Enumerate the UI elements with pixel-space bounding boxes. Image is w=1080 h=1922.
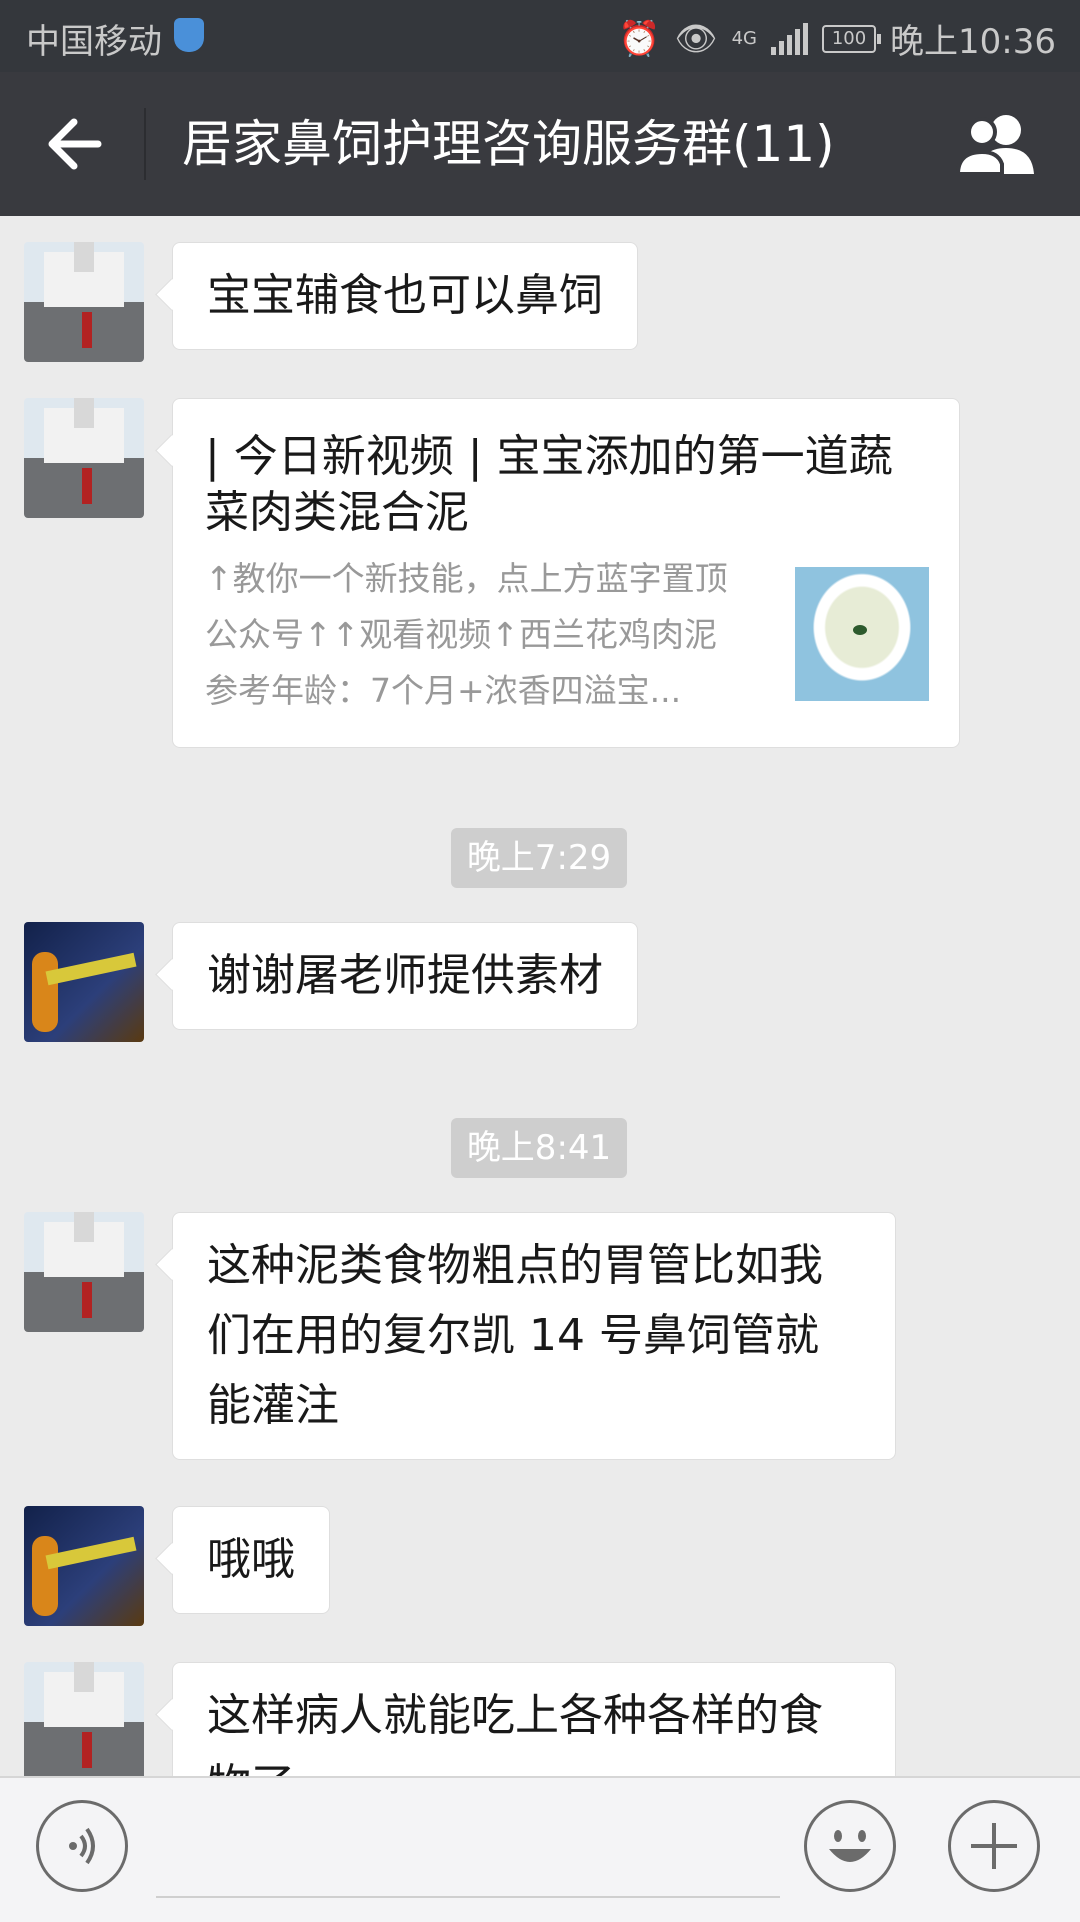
avatar-flame xyxy=(32,952,58,1032)
group-members-icon[interactable] xyxy=(954,112,1040,176)
plus-glyph xyxy=(971,1823,1017,1869)
avatar-tower xyxy=(74,1212,94,1242)
chat-header: 居家鼻饲护理咨询服务群(11) xyxy=(0,72,1080,216)
avatar-bird xyxy=(45,952,137,986)
avatar[interactable] xyxy=(24,1212,144,1332)
link-description: ↑教你一个新技能，点上方蓝字置顶公众号↑↑观看视频↑西兰花鸡肉泥参考年龄：7个月… xyxy=(205,559,728,710)
avatar-flame xyxy=(32,1536,58,1616)
avatar-person xyxy=(82,1732,92,1768)
avatar-tower xyxy=(74,242,94,272)
input-bar xyxy=(0,1776,1080,1922)
avatar-person xyxy=(82,1282,92,1318)
avatar[interactable] xyxy=(24,1506,144,1626)
timestamp: 晚上8:41 xyxy=(451,1118,627,1178)
message-bubble[interactable]: 这样病人就能吃上各种各样的食物了 xyxy=(172,1662,896,1776)
message-bubble[interactable]: 宝宝辅食也可以鼻饲 xyxy=(172,242,638,350)
carrier-label: 中国移动 xyxy=(26,22,162,62)
message-bubble[interactable]: 哦哦 xyxy=(172,1506,330,1614)
message-bubble[interactable]: 这种泥类食物粗点的胃管比如我们在用的复尔凯 14 号鼻饲管就能灌注 xyxy=(172,1212,896,1460)
link-title: | 今日新视频 | 宝宝添加的第一道蔬菜肉类混合泥 xyxy=(205,431,893,538)
status-icons: ⏰ 👁 4G 100 晚上10:36 xyxy=(618,14,1056,63)
status-time: 晚上10:36 xyxy=(890,22,1056,62)
link-card[interactable]: | 今日新视频 | 宝宝添加的第一道蔬菜肉类混合泥 ↑教你一个新技能，点上方蓝字… xyxy=(172,398,960,748)
link-thumbnail-image xyxy=(795,567,929,701)
header-divider xyxy=(144,108,146,180)
security-shield-icon xyxy=(174,18,204,52)
eye-icon: 👁 xyxy=(674,18,718,59)
network-label: 4G xyxy=(731,27,758,49)
thumbnail-garnish xyxy=(853,625,867,635)
avatar-tower xyxy=(74,1662,94,1692)
back-arrow-icon[interactable] xyxy=(44,114,104,174)
avatar-bird xyxy=(45,1536,137,1570)
avatar-person xyxy=(82,468,92,504)
message-input[interactable] xyxy=(156,1896,780,1898)
avatar[interactable] xyxy=(24,398,144,518)
battery-icon: 100 xyxy=(822,24,882,53)
signal-icon xyxy=(771,22,809,55)
avatar-tower xyxy=(74,398,94,428)
avatar-person xyxy=(82,312,92,348)
emoji-glyph xyxy=(829,1830,871,1862)
avatar[interactable] xyxy=(24,922,144,1042)
avatar[interactable] xyxy=(24,242,144,362)
avatar[interactable] xyxy=(24,1662,144,1776)
timestamp: 晚上7:29 xyxy=(451,828,627,888)
plus-icon[interactable] xyxy=(948,1800,1040,1892)
emoji-icon[interactable] xyxy=(804,1800,896,1892)
page-title: 居家鼻饲护理咨询服务群(11) xyxy=(182,115,835,173)
message-bubble[interactable]: 谢谢屠老师提供素材 xyxy=(172,922,638,1030)
alarm-icon: ⏰ xyxy=(618,18,661,59)
voice-icon[interactable] xyxy=(36,1800,128,1892)
voice-glyph xyxy=(69,1827,95,1865)
message-list[interactable]: 宝宝辅食也可以鼻饲 | 今日新视频 | 宝宝添加的第一道蔬菜肉类混合泥 ↑教你一… xyxy=(0,216,1080,1776)
status-bar: 中国移动 ⏰ 👁 4G 100 晚上10:36 xyxy=(0,0,1080,72)
